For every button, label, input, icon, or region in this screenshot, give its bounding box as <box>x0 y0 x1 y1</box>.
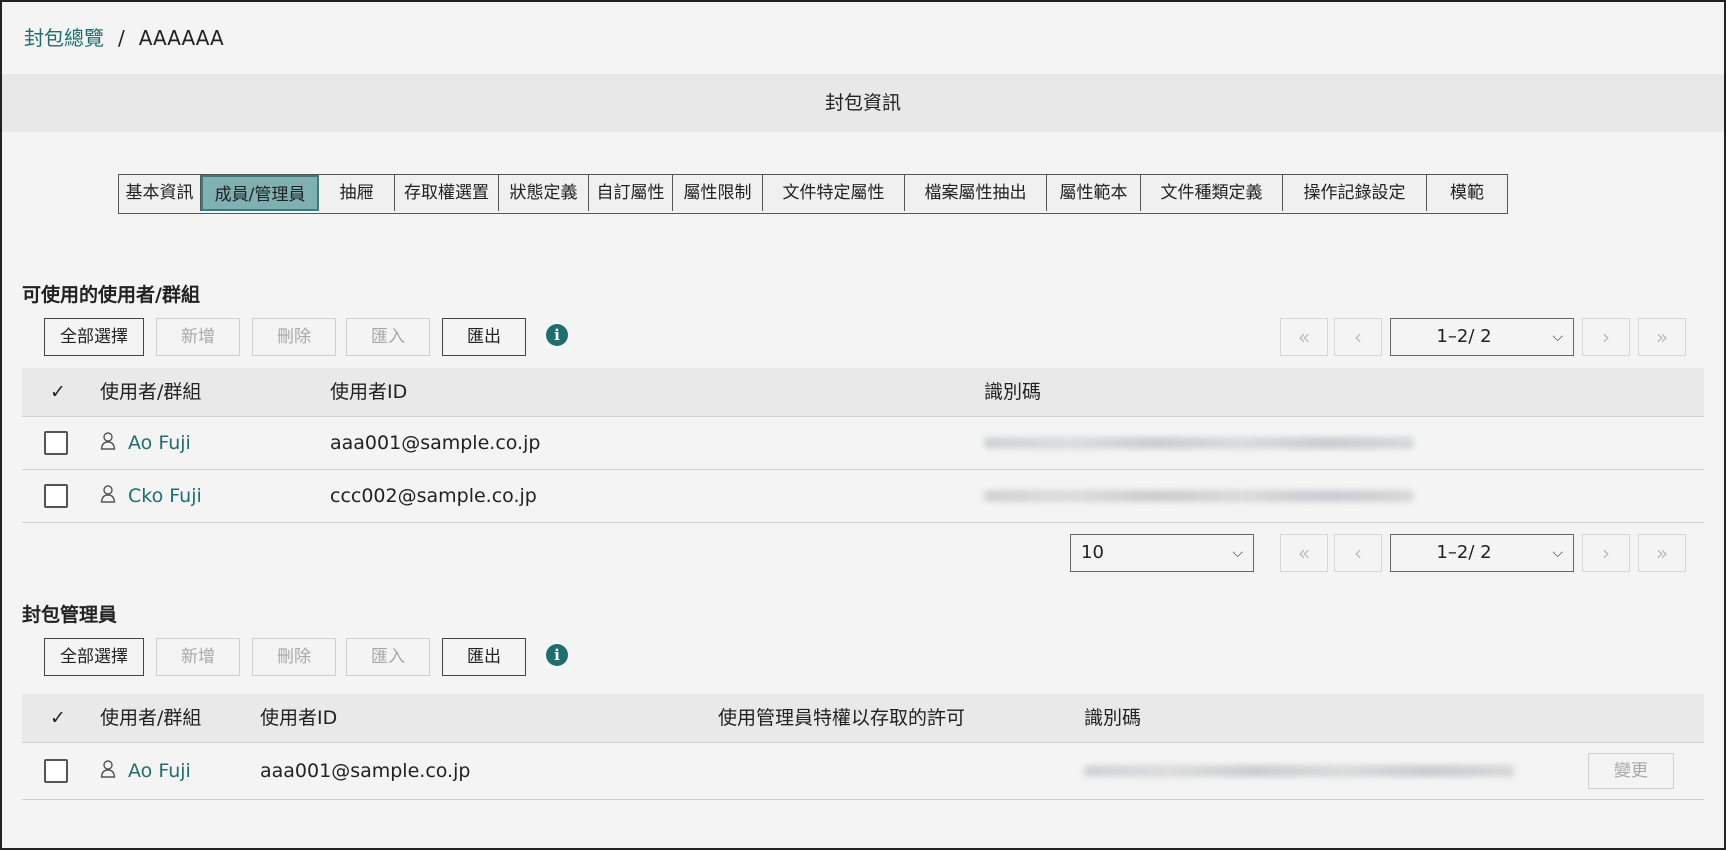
row-checkbox[interactable] <box>44 759 68 783</box>
members-prev-page-icon-bottom[interactable]: ‹ <box>1334 534 1382 572</box>
members-export-button[interactable]: 匯出 <box>442 318 526 356</box>
members-page-select-top[interactable]: 1–2/ 2 ⌵ <box>1390 318 1574 356</box>
change-button[interactable]: 變更 <box>1588 753 1674 789</box>
tab-document-type[interactable]: 文件種類定義 <box>1141 175 1283 211</box>
tab-attribute-template[interactable]: 屬性範本 <box>1047 175 1141 211</box>
admins-delete-button[interactable]: 刪除 <box>252 638 336 676</box>
user-icon <box>100 485 116 503</box>
admins-export-button[interactable]: 匯出 <box>442 638 526 676</box>
user-icon <box>100 760 116 778</box>
tab-operation-log[interactable]: 操作記錄設定 <box>1283 175 1427 211</box>
tab-status-definition[interactable]: 狀態定義 <box>499 175 589 211</box>
admins-import-button[interactable]: 匯入 <box>346 638 430 676</box>
members-section-title: 可使用的使用者/群組 <box>22 284 200 306</box>
members-last-page-icon[interactable]: » <box>1638 318 1686 356</box>
identifier-blurred <box>1084 765 1514 777</box>
members-page-select-top-value: 1–2/ 2 <box>1436 326 1492 347</box>
admins-select-all-button[interactable]: 全部選擇 <box>44 638 144 676</box>
user-icon <box>100 432 116 450</box>
user-name-link[interactable]: Cko Fuji <box>128 470 202 522</box>
members-next-page-icon-bottom[interactable]: › <box>1582 534 1630 572</box>
breadcrumb-root-link[interactable]: 封包總覽 <box>24 26 104 50</box>
breadcrumb-separator: / <box>118 26 125 50</box>
tab-drawers[interactable]: 抽屜 <box>319 175 395 211</box>
row-checkbox[interactable] <box>44 484 68 508</box>
identifier-blurred <box>984 490 1414 502</box>
identifier-blurred <box>984 437 1414 449</box>
members-last-page-icon-bottom[interactable]: » <box>1638 534 1686 572</box>
members-select-all-button[interactable]: 全部選擇 <box>44 318 144 356</box>
tab-access-rights[interactable]: 存取權選置 <box>395 175 499 211</box>
user-id: aaa001@sample.co.jp <box>330 432 541 454</box>
page-size-select[interactable]: 10 ⌵ <box>1070 534 1254 572</box>
breadcrumb-current: AAAAAA <box>138 26 224 50</box>
members-delete-button[interactable]: 刪除 <box>252 318 336 356</box>
members-check-header[interactable]: ✓ <box>50 368 66 416</box>
tab-bar: 基本資訊 成員/管理員 抽屜 存取權選置 狀態定義 自訂屬性 屬性限制 文件特定… <box>118 174 1508 214</box>
members-info-icon[interactable]: i <box>546 324 568 346</box>
tab-custom-attributes[interactable]: 自訂屬性 <box>589 175 673 211</box>
admins-identifier-header: 識別碼 <box>1084 707 1142 729</box>
members-next-page-icon[interactable]: › <box>1582 318 1630 356</box>
admins-userid-header: 使用者ID <box>260 707 338 729</box>
table-row: Ao Fuji aaa001@sample.co.jp <box>22 417 1704 470</box>
chevron-down-icon: ⌵ <box>1232 545 1243 561</box>
members-import-button[interactable]: 匯入 <box>346 318 430 356</box>
members-userid-header: 使用者ID <box>330 381 408 403</box>
table-row: Ao Fuji aaa001@sample.co.jp 變更 <box>22 743 1704 800</box>
user-id: ccc002@sample.co.jp <box>330 485 537 507</box>
main-frame: 封包總覽 / AAAAAA 封包資訊 基本資訊 成員/管理員 抽屜 存取權選置 狀態… <box>0 0 1726 850</box>
page-title: 封包資訊 <box>2 74 1724 132</box>
user-name-link[interactable]: Ao Fuji <box>128 743 191 799</box>
page-size-value: 10 <box>1081 542 1104 563</box>
admins-section-title: 封包管理員 <box>22 604 118 626</box>
tab-file-attribute-extract[interactable]: 檔案屬性抽出 <box>905 175 1047 211</box>
admins-user-header: 使用者/群組 <box>100 707 202 729</box>
user-id: aaa001@sample.co.jp <box>260 760 471 782</box>
tab-document-attributes[interactable]: 文件特定屬性 <box>763 175 905 211</box>
table-row: Cko Fuji ccc002@sample.co.jp <box>22 470 1704 523</box>
admins-table-header: ✓ 使用者/群組 使用者ID 使用管理員特權以存取的許可 識別碼 <box>22 694 1704 743</box>
admins-add-button[interactable]: 新增 <box>156 638 240 676</box>
members-page-select-bottom[interactable]: 1–2/ 2 ⌵ <box>1390 534 1574 572</box>
members-prev-page-icon[interactable]: ‹ <box>1334 318 1382 356</box>
members-page-select-bottom-value: 1–2/ 2 <box>1436 542 1492 563</box>
row-checkbox[interactable] <box>44 431 68 455</box>
breadcrumb: 封包總覽 / AAAAAA <box>24 24 224 52</box>
members-table-header: ✓ 使用者/群組 使用者ID 識別碼 <box>22 368 1704 417</box>
members-user-header: 使用者/群組 <box>100 381 202 403</box>
admins-permission-header: 使用管理員特權以存取的許可 <box>718 707 966 729</box>
members-add-button[interactable]: 新增 <box>156 318 240 356</box>
user-name-link[interactable]: Ao Fuji <box>128 417 191 469</box>
tab-basic-info[interactable]: 基本資訊 <box>119 175 201 211</box>
members-identifier-header: 識別碼 <box>984 381 1042 403</box>
admins-info-icon[interactable]: i <box>546 644 568 666</box>
tab-members-admins[interactable]: 成員/管理員 <box>201 175 319 211</box>
members-first-page-icon[interactable]: « <box>1280 318 1328 356</box>
members-first-page-icon-bottom[interactable]: « <box>1280 534 1328 572</box>
admins-check-header[interactable]: ✓ <box>50 694 66 742</box>
tab-attribute-restriction[interactable]: 屬性限制 <box>673 175 763 211</box>
tab-template[interactable]: 模範 <box>1427 175 1507 211</box>
chevron-down-icon: ⌵ <box>1552 329 1563 345</box>
chevron-down-icon: ⌵ <box>1552 545 1563 561</box>
